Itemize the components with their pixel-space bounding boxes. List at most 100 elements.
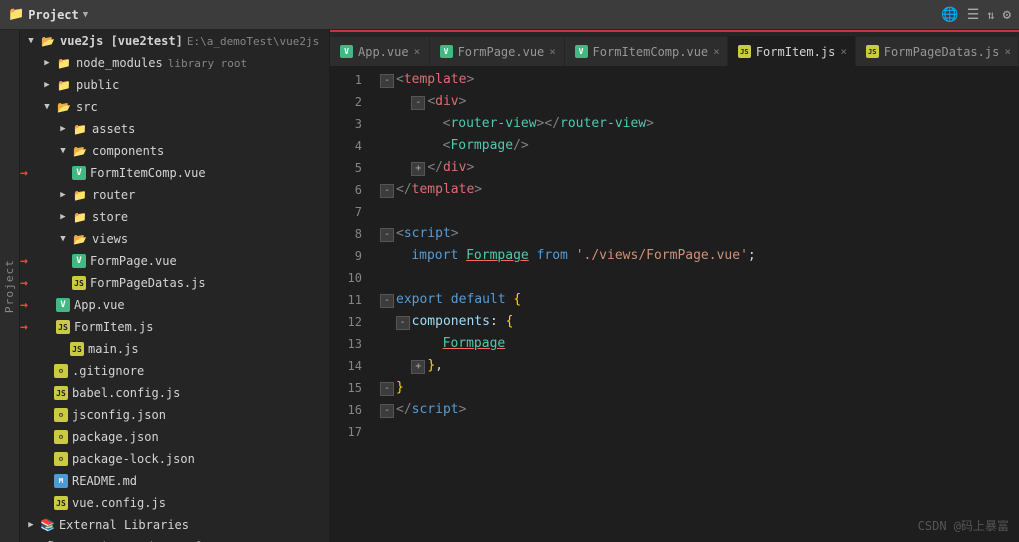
editor-content: 1 2 3 4 5 6 7 8 9 10 11 12 13 14 15 16 1 [330,67,1019,542]
folder-icon [56,99,72,115]
fold-icon[interactable]: + [411,162,425,176]
gear-icon[interactable]: ⚙ [1003,7,1011,23]
tree-item-src[interactable]: src [20,96,329,118]
chevron-icon [40,100,54,114]
folder-icon [72,187,88,203]
folder-icon [72,209,88,225]
tree-item-external[interactable]: 📚 External Libraries [20,514,329,536]
tree-item-views[interactable]: views [20,228,329,250]
close-icon[interactable]: × [549,45,556,58]
tree-item-packagelock[interactable]: ⚙ package-lock.json [20,448,329,470]
close-icon[interactable]: × [1004,45,1011,58]
vue-file-icon: V [72,166,86,180]
fold-icon[interactable]: - [380,294,394,308]
chevron-icon [40,78,54,92]
tree-item-package[interactable]: ⚙ package.json [20,426,329,448]
sidebar: vue2js [vue2test] E:\a_demoTest\vue2js n… [20,30,330,542]
item-label: main.js [88,342,139,356]
fold-icon[interactable]: - [411,96,425,110]
library-icon: 📚 [40,518,55,532]
editor-area: V App.vue × V FormPage.vue × V FormItemC… [330,30,1019,542]
tree-item-assets[interactable]: assets [20,118,329,140]
code-line-13: Formpage [380,333,1019,355]
code-line-3: <router-view></router-view> [380,113,1019,135]
tree-item-readme[interactable]: M README.md [20,470,329,492]
globe-icon[interactable]: 🌐 [941,7,958,23]
item-label: store [92,210,128,224]
tree-item-formitemcomp[interactable]: → V FormItemComp.vue [20,162,329,184]
code-line-5: + </div> [380,157,1019,179]
sort-icon[interactable]: ⇅ [987,8,994,22]
tab-formitem[interactable]: JS FormItem.js × [728,36,856,66]
close-icon[interactable]: × [414,45,421,58]
config-file-icon: ⚙ [54,452,68,466]
fold-icon[interactable]: - [380,228,394,242]
item-label: router [92,188,135,202]
tree-item-formitem[interactable]: → JS FormItem.js [20,316,329,338]
config-file-icon: ⚙ [54,364,68,378]
tree-item-public[interactable]: public [20,74,329,96]
red-arrow-icon: → [20,298,28,313]
fold-icon[interactable]: - [396,316,410,330]
tree-item-formpagedatas[interactable]: → JS FormPageDatas.js [20,272,329,294]
item-label: README.md [72,474,137,488]
project-vertical-label: Project [3,259,16,313]
tree-item-vueconfig[interactable]: JS vue.config.js [20,492,329,514]
code-line-2: - <div> [380,91,1019,113]
vue-file-icon: V [56,298,70,312]
fold-icon[interactable]: + [411,360,425,374]
item-label: package.json [72,430,159,444]
tab-bar-border: V App.vue × V FormPage.vue × V FormItemC… [330,30,1019,67]
chevron-down-icon: ▼ [83,10,88,20]
tab-formpage[interactable]: V FormPage.vue × [430,36,565,66]
tree-item-babelconfig[interactable]: JS babel.config.js [20,382,329,404]
tab-formpagedatas[interactable]: JS FormPageDatas.js × [856,36,1019,66]
js-file-icon: JS [56,320,70,334]
vue-icon: V [440,45,453,58]
toolbar: 📁 Project ▼ 🌐 ☰ ⇅ ⚙ [0,0,1019,30]
tree-item-components[interactable]: components [20,140,329,162]
code-line-15: - } [380,377,1019,399]
project-root[interactable]: vue2js [vue2test] E:\a_demoTest\vue2js [20,30,329,52]
md-file-icon: M [54,474,68,488]
fold-icon[interactable]: - [380,74,394,88]
tab-label: App.vue [358,45,409,59]
tree-item-jsconfig[interactable]: ⚙ jsconfig.json [20,404,329,426]
toolbar-project[interactable]: 📁 Project ▼ [8,7,88,22]
fold-icon[interactable]: - [380,404,394,418]
tree-item-appvue[interactable]: → V App.vue [20,294,329,316]
code-editor[interactable]: - <template> - <div> <router-view></rout… [370,67,1019,542]
close-icon[interactable]: × [840,45,847,58]
tree-item-mainjs[interactable]: JS main.js [20,338,329,360]
chevron-icon [56,232,70,246]
item-label: FormPage.vue [90,254,177,268]
tree-item-formpage[interactable]: → V FormPage.vue [20,250,329,272]
close-icon[interactable]: × [713,45,720,58]
fold-icon[interactable]: - [380,184,394,198]
tab-formitemcomp[interactable]: V FormItemComp.vue × [565,36,728,66]
tree-item-gitignore[interactable]: ⚙ .gitignore [20,360,329,382]
folder-icon [72,143,88,159]
item-label: vue.config.js [72,496,166,510]
item-label: views [92,232,128,246]
tab-appvue[interactable]: V App.vue × [330,36,430,66]
left-panel: Project [0,30,20,542]
tree-item-store[interactable]: store [20,206,329,228]
vue-icon: V [340,45,353,58]
tab-label: FormItemComp.vue [593,45,709,59]
code-line-6: - </template> [380,179,1019,201]
red-arrow-icon: → [20,320,28,335]
tree-item-scratches[interactable]: 🖊 Scratches and Consoles [20,536,329,542]
item-label: babel.config.js [72,386,180,400]
tree-item-node-modules[interactable]: node_modules library root [20,52,329,74]
item-label: External Libraries [59,518,189,532]
list-icon[interactable]: ☰ [967,7,980,23]
fold-icon[interactable]: - [380,382,394,396]
js-icon: JS [866,45,879,58]
chevron-icon [24,518,38,532]
code-line-7 [380,201,1019,223]
code-line-11: - export default { [380,289,1019,311]
project-path: E:\a_demoTest\vue2js [187,35,319,48]
code-line-16: - </script> [380,399,1019,421]
tree-item-router[interactable]: router [20,184,329,206]
